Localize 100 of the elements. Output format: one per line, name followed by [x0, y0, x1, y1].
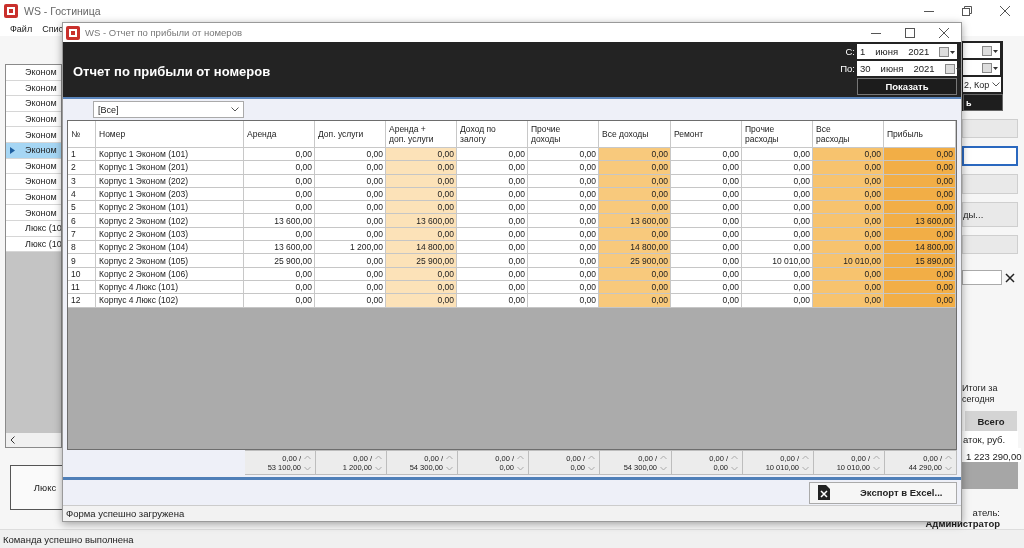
table-cell: 0,00	[671, 201, 742, 215]
list-item[interactable]: Эконом	[6, 65, 61, 81]
table-cell: 14 800,00	[884, 241, 956, 255]
chevron-down-icon[interactable]	[231, 107, 239, 112]
table-cell: 0,00	[742, 294, 813, 308]
scrollbar[interactable]	[6, 433, 61, 447]
table-cell: 0,00	[315, 148, 386, 162]
dark-button[interactable]: ь	[963, 94, 1003, 111]
input-field[interactable]	[962, 270, 1002, 286]
table-cell: 0,00	[813, 148, 884, 162]
table-cell: Корпус 2 Эконом (104)	[96, 241, 244, 255]
table-cell: 0,00	[742, 161, 813, 175]
table-cell: 6	[68, 214, 96, 228]
table-cell: 0,00	[671, 214, 742, 228]
close-icon[interactable]	[1000, 6, 1010, 16]
table-cell: 12	[68, 294, 96, 308]
export-button[interactable]: Экспорт в Excel...	[809, 481, 957, 504]
close-icon[interactable]	[1005, 272, 1015, 283]
table-cell: 0,00	[884, 201, 956, 215]
chevron-down-icon[interactable]	[992, 82, 1001, 87]
list-item[interactable]: Эконом	[6, 174, 61, 190]
column-header[interactable]: Все доходы	[599, 121, 671, 147]
table-cell: 0,00	[315, 214, 386, 228]
table-cell: 0,00	[528, 148, 599, 162]
table-cell: 0,00	[528, 201, 599, 215]
column-header[interactable]: Прочие доходы	[528, 121, 599, 147]
table-cell: 9	[68, 254, 96, 268]
column-header[interactable]: Аренда + доп. услуги	[386, 121, 457, 147]
table-cell: 25 900,00	[599, 254, 671, 268]
show-button[interactable]: Показать	[857, 78, 957, 95]
table-cell: 14 800,00	[386, 241, 457, 255]
user-name: Администратор	[925, 518, 1000, 529]
table-cell: 0,00	[742, 201, 813, 215]
list-item[interactable]: Эконом	[6, 205, 61, 221]
table-cell: 0,00	[742, 148, 813, 162]
date-label: С:	[844, 46, 855, 57]
table-cell: 0,00	[386, 201, 457, 215]
table-cell: 0,00	[244, 148, 315, 162]
table-cell: 0,00	[884, 148, 956, 162]
table-cell: 0,00	[671, 161, 742, 175]
date-field[interactable]	[963, 60, 1000, 75]
table-cell: 0,00	[457, 294, 528, 308]
calendar-icon[interactable]	[944, 63, 961, 74]
menu-item[interactable]: Файл	[10, 24, 33, 34]
column-header[interactable]: №	[68, 121, 96, 147]
panel-button[interactable]	[962, 146, 1018, 167]
column-header[interactable]: Доп. услуги	[315, 121, 386, 147]
table-cell: 0,00	[671, 241, 742, 255]
table-cell: 15 890,00	[884, 254, 956, 268]
date-field[interactable]	[963, 43, 1000, 58]
table-cell: 0,00	[457, 241, 528, 255]
calendar-icon[interactable]	[982, 62, 998, 73]
menu-item[interactable]: Спис	[42, 24, 64, 34]
list-item[interactable]: Эконом	[6, 127, 61, 143]
table-cell: 10 010,00	[813, 254, 884, 268]
table-cell: 0,00	[884, 294, 956, 308]
column-header[interactable]: Все расходы	[813, 121, 884, 147]
table-cell: 0,00	[244, 161, 315, 175]
list-item[interactable]: Эконом	[6, 96, 61, 112]
close-icon[interactable]	[939, 27, 949, 38]
combo-box[interactable]: 2, Кор	[963, 77, 1001, 92]
table-cell: 0,00	[671, 294, 742, 308]
table-cell: 1	[68, 148, 96, 162]
table-cell: 0,00	[528, 294, 599, 308]
app-icon	[4, 4, 18, 18]
table-cell: 8	[68, 241, 96, 255]
table-cell: 0,00	[457, 148, 528, 162]
table-cell: 5	[68, 201, 96, 215]
panel-button[interactable]: ды...	[962, 201, 1018, 227]
column-header[interactable]: Ремонт	[671, 121, 742, 147]
table-cell: 0,00	[599, 294, 671, 308]
table-cell: 0,00	[315, 254, 386, 268]
calendar-icon[interactable]	[982, 45, 998, 56]
scroll-left-icon[interactable]	[10, 436, 15, 444]
column-header[interactable]: Номер	[96, 121, 244, 147]
restore-icon[interactable]	[962, 6, 972, 16]
table-cell: 13 600,00	[244, 241, 315, 255]
table-cell: 0,00	[386, 161, 457, 175]
table-cell: Корпус 4 Люкс (102)	[96, 294, 244, 308]
report-title: Отчет по прибыли от номеров	[73, 64, 271, 79]
table-cell: 0,00	[244, 294, 315, 308]
table-cell: 0,00	[884, 161, 956, 175]
column-header[interactable]: Доход по залогу	[457, 121, 528, 147]
table-cell: 13 600,00	[386, 214, 457, 228]
table-cell: 0,00	[599, 201, 671, 215]
maximize-icon[interactable]	[905, 27, 915, 38]
table-cell: 0,00	[528, 241, 599, 255]
table-cell: 0,00	[315, 201, 386, 215]
filter-dropdown[interactable]: [Все]	[93, 101, 244, 118]
table-cell: Корпус 1 Эконом (101)	[96, 148, 244, 162]
calendar-icon[interactable]	[939, 46, 956, 57]
column-header[interactable]: Прочие расходы	[742, 121, 813, 147]
tab[interactable]: Всего	[965, 411, 1017, 431]
column-header[interactable]: Аренда	[244, 121, 315, 147]
date-field[interactable]: 1 июня 2021	[857, 44, 957, 59]
column-header[interactable]: Прибыль	[884, 121, 956, 147]
table-cell: 13 600,00	[244, 214, 315, 228]
row-pointer-icon	[10, 146, 15, 154]
table-cell: 0,00	[742, 214, 813, 228]
status-bar: Команда успешно выполнена	[0, 529, 1024, 548]
